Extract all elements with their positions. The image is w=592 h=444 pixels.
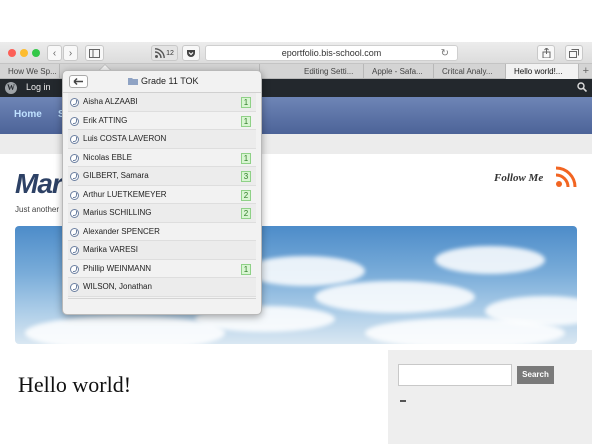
unread-count-badge: 1: [241, 97, 251, 108]
unread-count-badge: 1: [241, 263, 251, 275]
unread-count-badge: 1: [241, 115, 251, 127]
arrow-left-icon: [73, 77, 83, 86]
list-item[interactable]: GILBERT, Samara 3: [68, 167, 256, 186]
nav-home-link[interactable]: Home: [14, 109, 42, 120]
student-name: Luis COSTA LAVERON: [83, 134, 167, 143]
folder-icon: [128, 78, 138, 85]
user-icon: [70, 98, 79, 107]
student-name: GILBERT, Samara: [83, 171, 149, 180]
zoom-window-button[interactable]: [32, 49, 40, 57]
tab-editing-settings[interactable]: Editing Setti...: [296, 64, 364, 79]
post-title[interactable]: Hello world!: [18, 372, 131, 398]
tab-hello-world[interactable]: Hello world!...: [506, 64, 579, 79]
tab-how-we[interactable]: How We Sp...: [0, 64, 60, 79]
browser-toolbar: ‹ › 12 eportfolio.bis-school.com ↻: [0, 42, 592, 64]
minimize-window-button[interactable]: [20, 49, 28, 57]
student-name: Nicolas EBLE: [83, 152, 132, 162]
rss-button[interactable]: 12: [151, 45, 178, 61]
tab-critical-analysis[interactable]: Critcal Analy...: [434, 64, 506, 79]
rss-feed-icon[interactable]: [555, 166, 577, 188]
follow-me-label: Follow Me: [494, 172, 544, 184]
unread-count-badge: 2: [241, 208, 251, 219]
student-name: Marius SCHILLING: [83, 208, 152, 217]
popover-back-button[interactable]: [69, 75, 88, 88]
pocket-icon: [187, 49, 195, 57]
share-button[interactable]: [537, 45, 555, 61]
unread-count-badge: 1: [241, 152, 251, 164]
tab-label: Critcal Analy...: [442, 67, 493, 76]
list-item[interactable]: Erik ATTING 1: [68, 111, 256, 130]
close-window-button[interactable]: [8, 49, 16, 57]
list-item[interactable]: Marika VARESI: [68, 241, 256, 260]
wordpress-logo-icon[interactable]: W: [5, 82, 17, 94]
search-input[interactable]: [398, 364, 512, 386]
reload-icon[interactable]: ↻: [441, 46, 449, 61]
sidebar-toggle-button[interactable]: [85, 45, 104, 61]
user-icon: [70, 190, 79, 200]
list-item[interactable]: Phillip WEINMANN 1: [68, 259, 256, 278]
user-icon: [70, 172, 79, 181]
tab-overview-button[interactable]: [565, 45, 583, 61]
sidebar-icon: [89, 48, 100, 58]
list-item[interactable]: Arthur LUETKEMEYER 2: [68, 185, 256, 204]
widget-divider: [400, 400, 406, 402]
list-item[interactable]: Luis COSTA LAVERON: [68, 130, 256, 149]
list-item[interactable]: Aisha ALZAABI 1: [68, 93, 256, 112]
user-icon: [70, 153, 79, 163]
list-item[interactable]: Nicolas EBLE 1: [68, 148, 256, 167]
chevron-right-icon: ›: [68, 47, 73, 59]
chevron-left-icon: ‹: [52, 47, 57, 59]
user-icon: [70, 246, 79, 255]
back-button[interactable]: ‹: [47, 45, 62, 61]
new-tab-button[interactable]: +: [583, 64, 589, 78]
list-item[interactable]: WILSON, Jonathan: [68, 278, 256, 297]
pocket-button[interactable]: [182, 45, 200, 61]
student-name: WILSON, Jonathan: [83, 282, 152, 291]
search-button[interactable]: Search: [517, 366, 554, 384]
tab-apple-safari[interactable]: Apple - Safa...: [364, 64, 434, 79]
student-list: Aisha ALZAABI 1 Erik ATTING 1 Luis COSTA L…: [68, 93, 256, 297]
student-name: Phillip WEINMANN: [83, 263, 152, 273]
student-name: Alexander SPENCER: [83, 226, 160, 236]
login-link[interactable]: Log in: [26, 82, 51, 92]
tab-label: How We Sp...: [8, 67, 57, 76]
address-bar[interactable]: eportfolio.bis-school.com ↻: [205, 45, 458, 61]
tabs-icon: [569, 48, 579, 58]
search-icon[interactable]: [577, 82, 587, 92]
popover-header: Grade 11 TOK: [63, 71, 261, 93]
rss-icon: [155, 48, 165, 58]
list-item[interactable]: Marius SCHILLING 2: [68, 204, 256, 223]
tab-label: Editing Setti...: [304, 67, 354, 76]
unread-count-badge: 3: [241, 171, 251, 182]
student-name: Arthur LUETKEMEYER: [83, 189, 167, 199]
list-item[interactable]: Alexander SPENCER: [68, 222, 256, 241]
user-icon: [70, 135, 79, 144]
forward-button[interactable]: ›: [63, 45, 78, 61]
student-name: Marika VARESI: [83, 245, 138, 254]
class-popover: Grade 11 TOK Aisha ALZAABI 1 Erik ATTING 1…: [62, 70, 262, 315]
user-icon: [70, 283, 79, 292]
unread-count-badge: 2: [241, 189, 251, 201]
site-tagline: Just another: [15, 205, 60, 214]
popover-footer-divider: [68, 298, 256, 299]
tab-label: Apple - Safa...: [372, 67, 423, 76]
site-title[interactable]: Mar: [15, 168, 63, 200]
share-icon: [542, 48, 550, 58]
user-icon: [70, 227, 79, 237]
rss-count-badge: 12: [166, 49, 174, 57]
tab-label: Hello world!...: [514, 67, 563, 76]
user-icon: [70, 116, 79, 126]
student-name: Aisha ALZAABI: [83, 97, 138, 106]
student-name: Erik ATTING: [83, 115, 128, 125]
user-icon: [70, 264, 79, 274]
address-text: eportfolio.bis-school.com: [281, 48, 382, 58]
popover-title: Grade 11 TOK: [141, 76, 199, 86]
user-icon: [70, 209, 79, 218]
